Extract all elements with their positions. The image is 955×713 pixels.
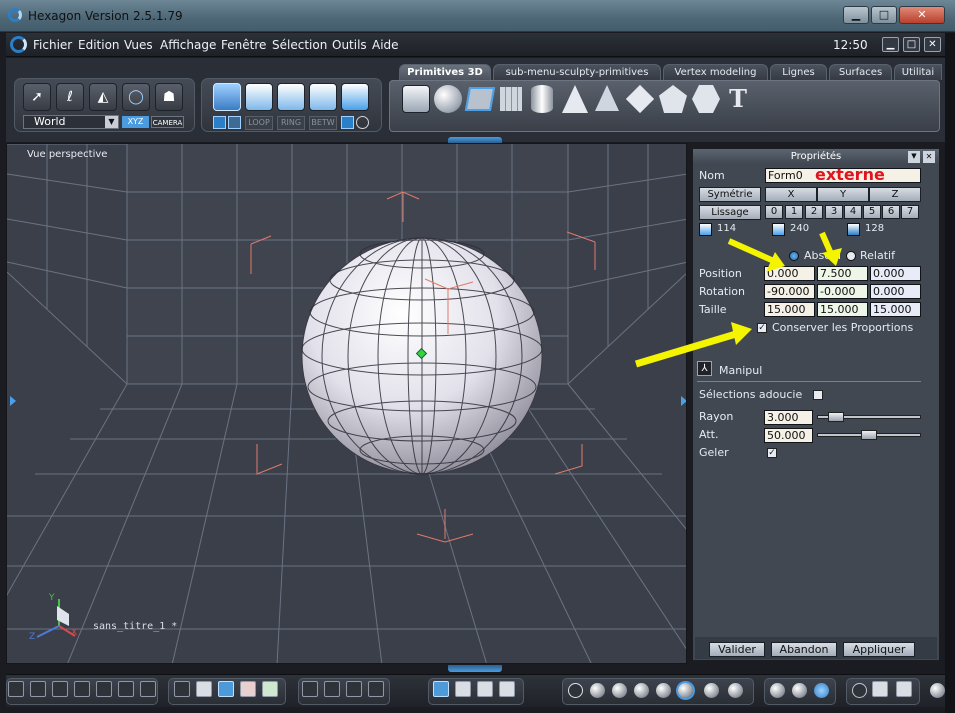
move-gizmo-icon[interactable] [433,681,449,697]
layout-3-icon[interactable] [52,681,68,697]
grey-sphere-icon[interactable] [704,683,719,698]
yellow-arrow-icon [727,238,785,272]
render-3-icon[interactable] [814,683,829,698]
layout-2-icon[interactable] [30,681,46,697]
yellow-arrow-icon [634,322,752,368]
yellow-arrow-icon [819,231,842,266]
drop-icon[interactable] [499,681,515,697]
layout-4-icon[interactable] [74,681,90,697]
green-grid-icon[interactable] [262,681,278,697]
red-grid-icon[interactable] [240,681,256,697]
brush-icon[interactable] [196,681,212,697]
zoom-icon[interactable] [346,681,362,697]
render-2-icon[interactable] [792,683,807,698]
more-icon[interactable] [930,683,945,698]
grid-display-icon[interactable] [174,681,190,697]
eye-icon[interactable] [368,681,384,697]
settings-icon[interactable] [852,683,867,698]
smooth-sphere-icon[interactable] [656,683,671,698]
materials-icon[interactable] [896,681,912,697]
white-sphere-icon[interactable] [728,683,743,698]
pan-icon[interactable] [324,681,340,697]
layout-5-icon[interactable] [96,681,112,697]
flat-sphere-icon[interactable] [612,683,627,698]
shaded-wire-sphere-icon[interactable] [590,683,605,698]
viewport-bottom-handle-icon[interactable] [448,665,502,672]
boxes-icon[interactable] [872,681,888,697]
layout-1-icon[interactable] [8,681,24,697]
layout-6-icon[interactable] [118,681,134,697]
viewport-top-handle-icon[interactable] [448,137,502,143]
smooth-wire-sphere-icon[interactable] [634,683,649,698]
scale-gizmo-icon[interactable] [477,681,493,697]
bottom-toolbar [6,674,945,707]
selected-shading-icon[interactable] [678,683,693,698]
render-1-icon[interactable] [770,683,785,698]
annotation-arrows [634,231,842,368]
layout-7-icon[interactable] [140,681,156,697]
rotate-gizmo-icon[interactable] [455,681,471,697]
zoom-extents-icon[interactable] [302,681,318,697]
snap-grid-icon[interactable] [218,681,234,697]
wireframe-sphere-icon[interactable] [568,683,583,698]
